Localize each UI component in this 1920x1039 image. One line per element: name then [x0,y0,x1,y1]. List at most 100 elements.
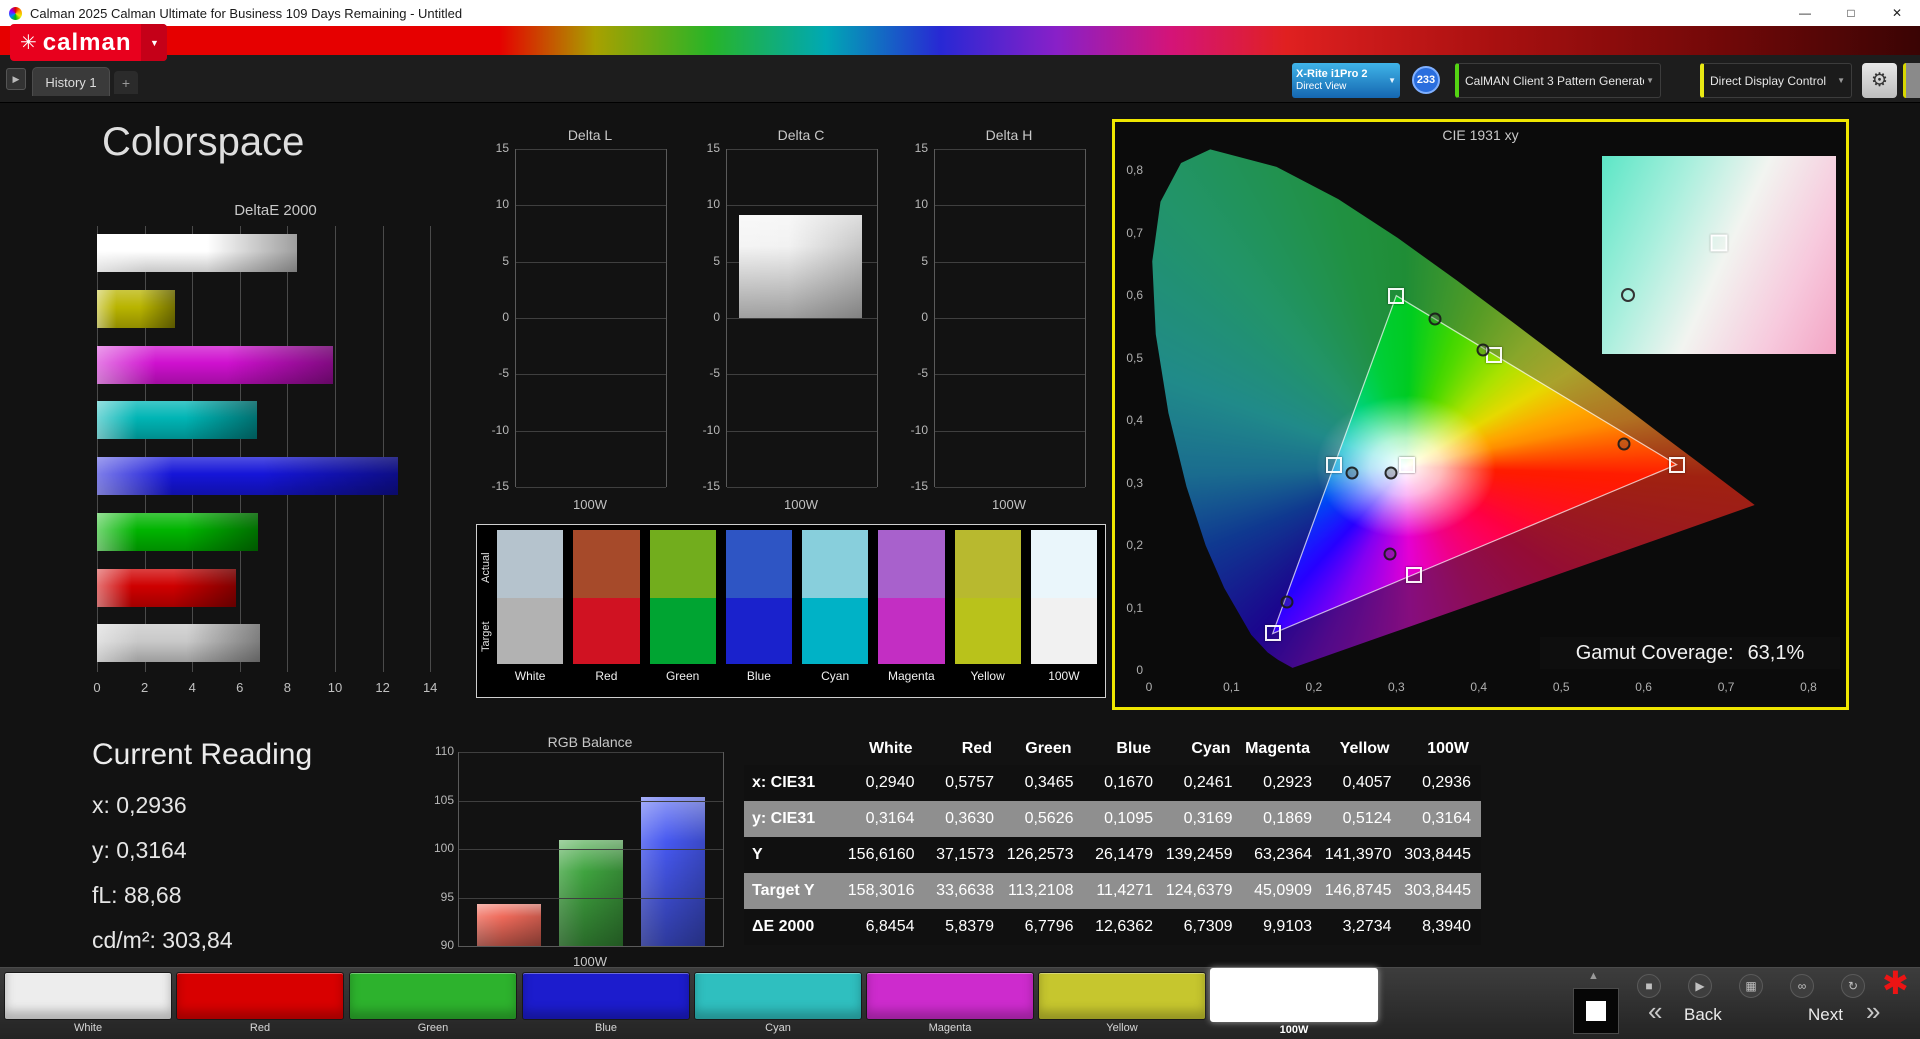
pattern-window-button[interactable] [1573,988,1619,1034]
axis-tick-label: 14 [423,680,437,695]
inset-target-marker [1711,235,1728,252]
measurement-marker-green [1428,313,1441,326]
stop-button[interactable]: ■ [1637,974,1661,998]
axis-tick-label: -5 [898,366,928,380]
settings-gear-button[interactable]: ⚙ [1862,63,1897,98]
pattern-color-swatch [349,972,517,1020]
next-chevrons-icon[interactable]: » [1866,996,1880,1027]
axis-tick-label: 0,1 [1223,680,1240,694]
deltae-bar-white [97,624,260,662]
axis-tick-label: 0 [93,680,100,695]
pattern-button-100w[interactable]: 100W [1210,972,1378,1038]
save-button[interactable]: ▦ [1739,974,1763,998]
gridline [516,374,666,375]
chart-plot-area [515,149,667,487]
gridline [240,226,241,672]
axis-tick-label: 0,8 [1800,680,1817,694]
play-button[interactable]: ▶ [1688,974,1712,998]
pattern-button-magenta[interactable]: Magenta [866,972,1034,1038]
pattern-color-swatch [694,972,862,1020]
refresh-button[interactable]: ↻ [1841,974,1865,998]
back-chevrons-icon[interactable]: « [1648,996,1662,1027]
reading-fl: fL: 88,68 [92,882,312,909]
axis-tick-label: 0,2 [1117,538,1143,552]
add-tab-button[interactable]: + [114,71,138,94]
history-pane-toggle[interactable]: ▶ [6,68,26,90]
table-cell: 3,2734 [1322,909,1402,945]
chevron-up-icon[interactable]: ▲ [1588,970,1599,982]
calman-logo-text: calman [43,29,142,57]
meter-selector[interactable]: X-Rite i1Pro 2 Direct View ▼ [1292,63,1400,98]
gamut-coverage-readout: Gamut Coverage: 63,1% [1540,637,1840,669]
axis-tick-label: 0,1 [1117,601,1143,615]
table-cell: 0,1869 [1243,801,1323,837]
axis-tick-label: -5 [690,366,720,380]
source-selector[interactable]: CalMAN Client 3 Pattern Generator ▼ [1455,63,1661,98]
table-cell: 0,1095 [1084,801,1164,837]
chart-title: DeltaE 2000 [97,202,454,219]
table-row--e-2000[interactable]: ΔE 20006,84545,83796,779612,63626,73099,… [744,909,1481,945]
swatch-label: 100W [1031,664,1097,688]
axis-tick-label: 0,3 [1117,476,1143,490]
pattern-button-blue[interactable]: Blue [522,972,690,1038]
pattern-button-green[interactable]: Green [349,972,517,1038]
axis-tick-label: 0 [898,310,928,324]
table-cell: 6,7309 [1163,909,1243,945]
maximize-button[interactable]: □ [1828,0,1874,26]
calman-application-window: Calman 2025 Calman Ultimate for Business… [0,0,1920,1039]
calman-menu-button[interactable]: ✳ calman ▼ [10,24,167,61]
gridline [935,205,1085,206]
swatch-label: Yellow [955,664,1021,688]
table-row-target-y[interactable]: Target Y158,301633,6638113,210811,427112… [744,873,1481,909]
back-button[interactable]: Back [1684,1005,1722,1025]
pattern-button-red[interactable]: Red [176,972,344,1038]
table-row-y-cie31[interactable]: y: CIE310,31640,36300,56260,10950,31690,… [744,801,1481,837]
table-cell: 5,8379 [925,909,1005,945]
measurement-table: WhiteRedGreenBlueCyanMagentaYellow100W x… [744,732,1481,945]
table-cell: 0,3630 [925,801,1005,837]
table-cell: 0,3465 [1004,765,1084,801]
link-button[interactable]: ∞ [1790,974,1814,998]
pattern-button-white[interactable]: White [4,972,172,1038]
axis-tick-label: 5 [479,254,509,268]
swatch-label: Cyan [802,664,868,688]
table-cell: 303,8445 [1402,837,1482,873]
axis-tick-label: 0,6 [1635,680,1652,694]
row-label: ΔE 2000 [744,909,845,945]
swatch-column-yellow: Yellow [955,530,1021,695]
target-marker-blue [1265,625,1281,641]
axis-tick-label: 0,4 [1117,413,1143,427]
collapsed-panel-edge[interactable] [1903,63,1920,98]
table-row-x-cie31[interactable]: x: CIE310,29400,57570,34650,16700,24610,… [744,765,1481,801]
table-cell: 37,1573 [925,837,1005,873]
tab-history-1[interactable]: History 1 [32,67,110,96]
pattern-button-cyan[interactable]: Cyan [694,972,862,1038]
deltae2000-chart: DeltaE 2000 02468101214 [97,202,459,702]
meter-name: X-Rite i1Pro 2 [1296,68,1386,81]
next-button[interactable]: Next [1808,1005,1843,1025]
axis-tick-label: 8 [284,680,291,695]
table-cell: 0,2936 [1402,765,1482,801]
minimize-button[interactable]: — [1782,0,1828,26]
swatch-row-labels: Actual Target [480,530,497,695]
deltae-bar-100w [97,234,297,272]
row-label: x: CIE31 [744,765,845,801]
pattern-button-yellow[interactable]: Yellow [1038,972,1206,1038]
display-control-selector[interactable]: Direct Display Control ▼ [1700,63,1852,98]
axis-tick-label: 10 [479,197,509,211]
close-button[interactable]: ✕ [1874,0,1920,26]
swatch-label: Red [573,664,639,688]
logo-dropdown-arrow[interactable]: ▼ [141,24,167,61]
swatch-column-cyan: Cyan [802,530,868,695]
actual-swatch-yellow [955,530,1021,598]
swatch-label: White [497,664,563,688]
gridline [727,205,877,206]
axis-tick-label: 0,3 [1388,680,1405,694]
axis-tick-label: 100 [420,841,454,855]
axis-tick-label: 0,4 [1470,680,1487,694]
table-row-y[interactable]: Y156,616037,1573126,257326,1479139,24596… [744,837,1481,873]
chart-title: RGB Balance [458,734,722,750]
meter-status-badge[interactable]: 233 [1412,66,1440,94]
table-cell: 0,5757 [925,765,1005,801]
delta-bar [739,215,862,318]
